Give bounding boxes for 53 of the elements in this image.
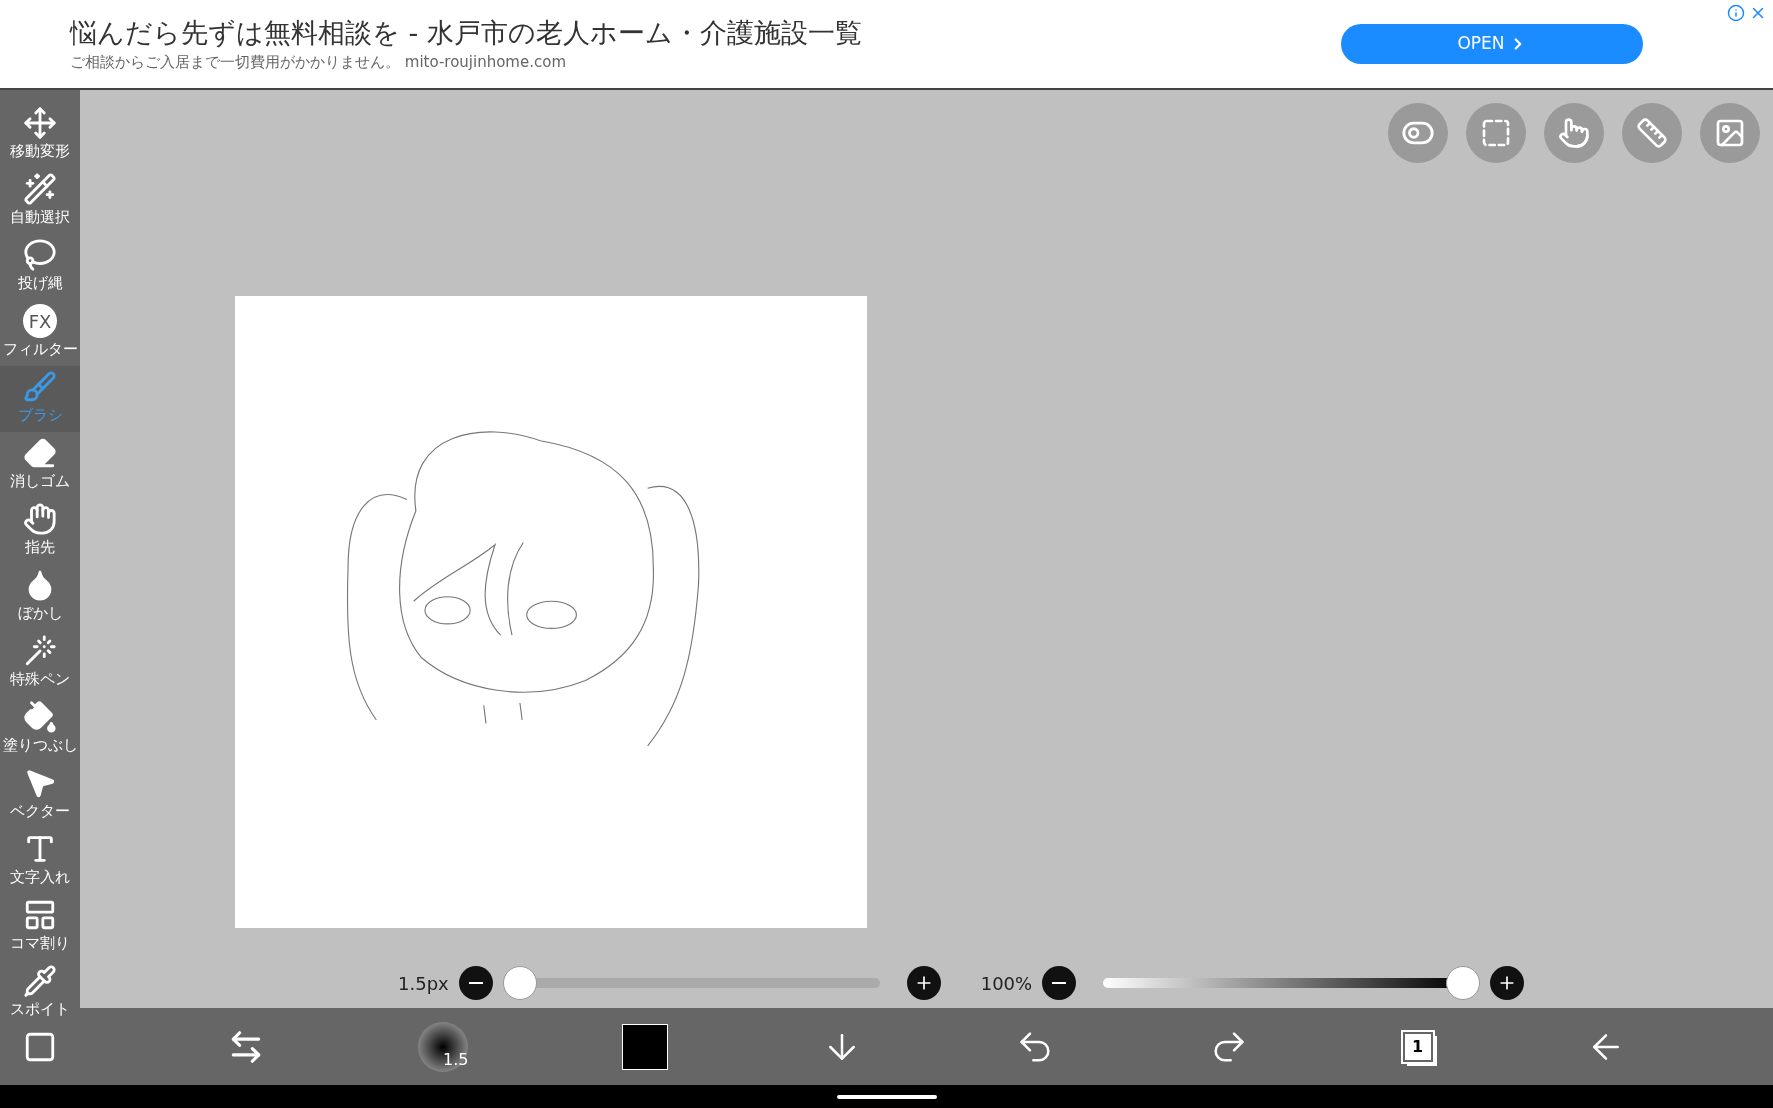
tool-button[interactable]: 自動選択 [0, 168, 80, 234]
hand-icon [23, 502, 57, 536]
image-icon [1714, 117, 1746, 149]
slider-thumb[interactable] [502, 966, 537, 1000]
magic-wand-icon [23, 172, 57, 206]
eraser-icon [23, 436, 57, 470]
paint-bucket-icon [23, 700, 57, 734]
color-swatch[interactable] [622, 1023, 669, 1070]
tool-button[interactable]: 塗りつぶし [0, 696, 80, 762]
ad-banner[interactable]: 悩んだら先ずは無料相談を - 水戸市の老人ホーム・介護施設一覧 ご相談からご入居まで一切費用がかかりません。 mito-roujinhome.com OPEN [0, 0, 1773, 90]
decrease-button[interactable] [1042, 966, 1077, 1000]
slider-reading: 100% [980, 971, 1033, 996]
tool-button[interactable]: 投げ縄 [0, 234, 80, 300]
lasso-icon [23, 238, 57, 272]
tool-button[interactable]: 文字入れ [0, 828, 80, 894]
fx-icon: FX [23, 304, 57, 338]
move-arrows-icon [23, 106, 57, 140]
square-frame-icon [23, 1030, 57, 1064]
open-button[interactable]: OPEN [1341, 24, 1643, 64]
tool-button[interactable]: スポイト [0, 960, 80, 1026]
tool-button[interactable]: 指先 [0, 498, 80, 564]
panel-layout-icon [23, 898, 57, 932]
brush-preview[interactable]: 1.5 [418, 1021, 469, 1072]
toggle-button[interactable] [1388, 103, 1448, 163]
reference-button[interactable] [1700, 103, 1760, 163]
minus-icon [468, 982, 483, 984]
increase-button[interactable] [906, 966, 941, 1000]
decrease-button[interactable] [458, 966, 493, 1000]
increase-button[interactable] [1490, 966, 1525, 1000]
slider-thumb[interactable] [1446, 966, 1481, 1000]
slider-reading: 1.5px [398, 971, 449, 996]
sparkle-pen-icon [23, 634, 57, 668]
ruler-icon [1636, 117, 1668, 149]
ad-title[interactable]: 悩んだら先ずは無料相談を - 水戸市の老人ホーム・介護施設一覧 [70, 14, 1341, 51]
tool-button[interactable]: FX フィルター [0, 300, 80, 366]
selection-button[interactable] [1466, 103, 1526, 163]
brush-icon [23, 370, 57, 404]
brush-size-label: 1.5 [443, 1048, 469, 1071]
tool-button[interactable]: コマ割り [0, 894, 80, 960]
tool-button[interactable]: 移動変形 [0, 102, 80, 168]
minus-icon [1052, 982, 1067, 984]
tool-button[interactable]: ぼかし [0, 564, 80, 630]
ad-subtitle: ご相談からご入居まで一切費用がかかりません。 mito-roujinhome.com [70, 51, 567, 73]
ruler-button[interactable] [1622, 103, 1682, 163]
home-indicator[interactable] [836, 1094, 937, 1099]
eyedropper-icon [23, 964, 57, 998]
tool-button[interactable]: 特殊ペン [0, 630, 80, 696]
dashed-square-icon [1480, 117, 1512, 149]
info-icon[interactable] [1727, 4, 1745, 22]
pointing-hand-icon [1558, 117, 1590, 149]
touch-button[interactable] [1544, 103, 1604, 163]
tool-button[interactable]: 消しゴム [0, 432, 80, 498]
tool-button[interactable]: ベクター [0, 762, 80, 828]
